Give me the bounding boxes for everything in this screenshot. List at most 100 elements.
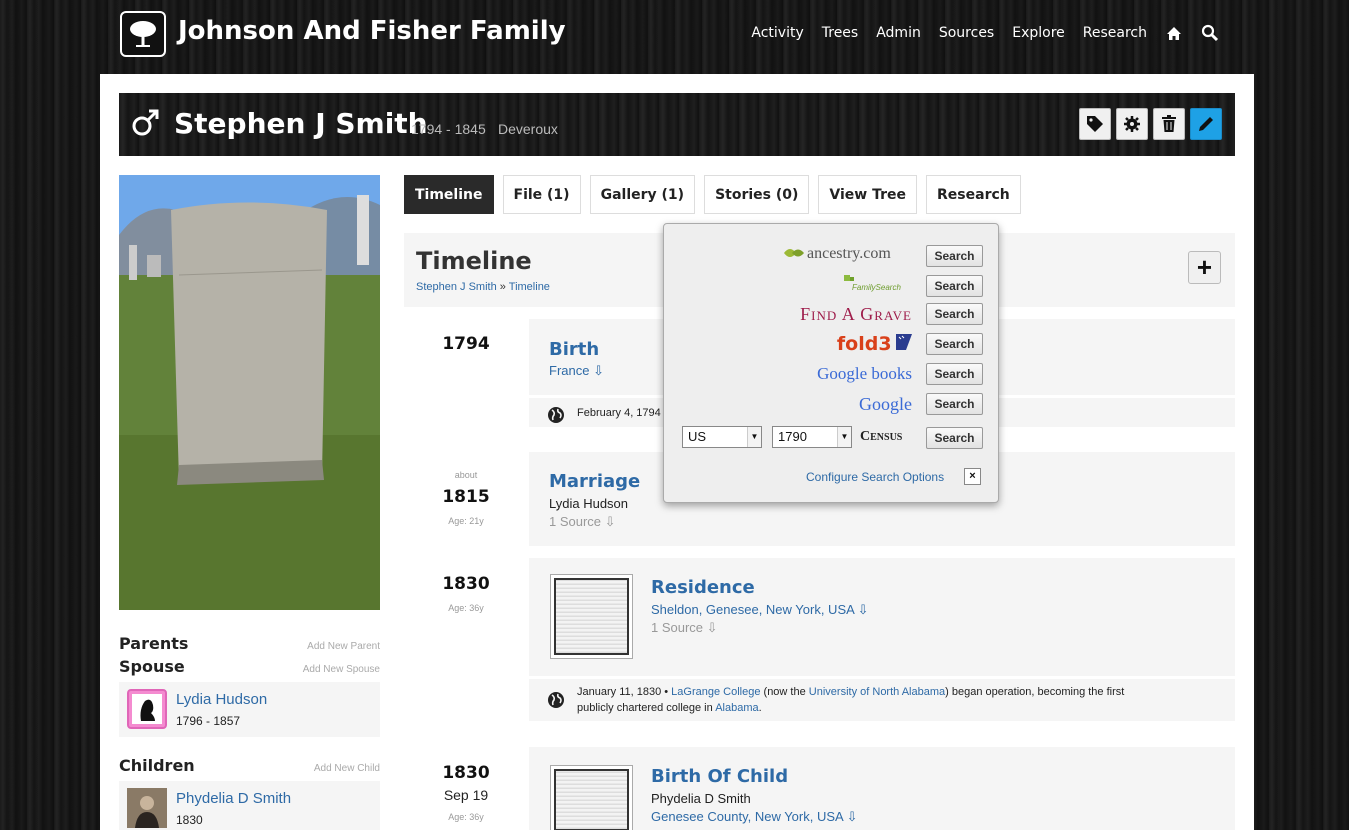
tree-logo-icon[interactable]: [120, 11, 166, 57]
event-person[interactable]: Phydelia D Smith: [651, 791, 751, 806]
top-bar: Johnson And Fisher Family Activity Trees…: [0, 0, 1349, 74]
event-source[interactable]: 1 Source ⇩: [549, 514, 616, 530]
fold3-provider-label: fold3: [836, 333, 892, 355]
event-place[interactable]: Genesee County, New York, USA ⇩: [651, 809, 857, 825]
globe-icon: [547, 691, 565, 714]
main-nav: Activity Trees Admin Sources Explore Res…: [751, 24, 1219, 42]
ancestry-row: ancestry.com Search: [782, 243, 983, 268]
tab-timeline[interactable]: Timeline: [404, 175, 494, 214]
add-event-button[interactable]: +: [1188, 251, 1221, 284]
census-document-thumbnail[interactable]: [550, 765, 633, 830]
ancestry-provider-label: ancestry.com: [807, 245, 891, 262]
search-google-button[interactable]: Search: [926, 393, 983, 415]
historical-link-university[interactable]: University of North Alabama: [809, 686, 945, 698]
historical-date: January 11, 1830 •: [577, 686, 669, 698]
tab-file[interactable]: File (1): [502, 175, 581, 214]
event-date-qualifier: about: [454, 470, 478, 480]
flag-icon: [896, 334, 912, 350]
findagrave-row: Find A Grave Search: [800, 303, 983, 325]
search-findagrave-button[interactable]: Search: [926, 303, 983, 325]
findagrave-logo: Find A Grave: [800, 303, 912, 324]
nav-admin[interactable]: Admin: [876, 25, 921, 41]
spouse-section: Spouse Add New Spouse: [119, 657, 380, 680]
historical-event: January 11, 1830 • LaGrange College (now…: [529, 679, 1235, 721]
historical-link-lagrange[interactable]: LaGrange College: [671, 686, 760, 698]
configure-search-options-link[interactable]: Configure Search Options: [806, 470, 944, 484]
person-photo[interactable]: [119, 175, 380, 610]
home-icon[interactable]: [1165, 24, 1183, 42]
google-row: Google Search: [859, 393, 983, 415]
trash-icon: [1162, 115, 1176, 132]
children-section: Children Add New Child: [119, 756, 380, 779]
nav-sources[interactable]: Sources: [939, 25, 994, 41]
settings-button[interactable]: [1116, 108, 1148, 140]
nav-explore[interactable]: Explore: [1012, 25, 1065, 41]
children-heading: Children: [119, 756, 195, 775]
tag-icon: [1087, 116, 1103, 132]
country-select-value: US: [688, 429, 707, 444]
spouse-name[interactable]: Lydia Hudson: [176, 691, 267, 708]
add-parent-link[interactable]: Add New Parent: [307, 641, 380, 652]
tag-button[interactable]: [1079, 108, 1111, 140]
child-name[interactable]: Phydelia D Smith: [176, 790, 291, 807]
search-icon[interactable]: [1201, 24, 1219, 42]
parents-heading: Parents: [119, 634, 189, 653]
add-child-link[interactable]: Add New Child: [314, 763, 380, 774]
google-books-row: Google books Search: [817, 363, 983, 385]
tab-gallery[interactable]: Gallery (1): [589, 175, 696, 214]
event-year: 1815: [442, 487, 490, 507]
historical-text-part: (now the: [763, 686, 806, 698]
nav-activity[interactable]: Activity: [751, 25, 803, 41]
census-document-thumbnail[interactable]: [550, 574, 633, 659]
gear-icon: [1124, 116, 1140, 132]
spouse-heading: Spouse: [119, 657, 185, 676]
nav-research[interactable]: Research: [1083, 25, 1147, 41]
familysearch-row: FamilySearch Search: [842, 273, 983, 298]
event-place[interactable]: France ⇩: [549, 363, 604, 379]
spouse-card[interactable]: Lydia Hudson 1796 - 1857: [119, 682, 380, 737]
breadcrumb-separator: »: [499, 281, 506, 293]
fold3-row: fold3 Search: [837, 333, 983, 355]
event-date: Sep 19: [443, 787, 489, 803]
event-source[interactable]: 1 Source ⇩: [651, 620, 718, 636]
nav-trees[interactable]: Trees: [822, 25, 858, 41]
breadcrumb-person[interactable]: Stephen J Smith: [416, 281, 497, 293]
country-select[interactable]: US ▼: [682, 426, 762, 448]
person-actions: [1079, 108, 1222, 140]
edit-button[interactable]: [1190, 108, 1222, 140]
event-age: Age: 36y: [448, 603, 484, 613]
event-title[interactable]: Residence: [651, 577, 755, 598]
tab-stories[interactable]: Stories (0): [704, 175, 810, 214]
historical-text: January 11, 1830 • LaGrange College (now…: [577, 684, 1217, 716]
ancestry-logo: ancestry.com: [782, 243, 912, 268]
globe-icon: [547, 406, 565, 429]
search-familysearch-button[interactable]: Search: [926, 274, 983, 297]
census-year-select[interactable]: 1790 ▼: [772, 426, 852, 448]
breadcrumb: Stephen J Smith » Timeline: [416, 281, 550, 293]
search-ancestry-button[interactable]: Search: [926, 244, 983, 267]
event-title[interactable]: Birth: [549, 339, 599, 360]
search-census-button[interactable]: Search: [926, 427, 983, 449]
search-fold3-button[interactable]: Search: [926, 333, 983, 355]
event-title[interactable]: Birth Of Child: [651, 766, 788, 787]
tab-view-tree[interactable]: View Tree: [818, 175, 918, 214]
add-spouse-link[interactable]: Add New Spouse: [303, 664, 380, 675]
research-search-popup: ancestry.com Search FamilySearch Search …: [663, 223, 999, 503]
person-dates: 1794 - 1845: [411, 121, 486, 137]
event-card-birth-of-child: Birth Of Child Phydelia D Smith Genesee …: [529, 747, 1235, 830]
breadcrumb-page[interactable]: Timeline: [509, 281, 550, 293]
male-icon: [131, 107, 161, 142]
census-row: Search: [926, 427, 983, 449]
tab-research[interactable]: Research: [926, 175, 1021, 214]
event-person[interactable]: Lydia Hudson: [549, 496, 628, 511]
familysearch-tree-icon: FamilySearch: [844, 275, 901, 292]
search-google-books-button[interactable]: Search: [926, 363, 983, 385]
historical-link-alabama[interactable]: Alabama: [715, 702, 758, 714]
event-title[interactable]: Marriage: [549, 471, 640, 492]
child-card[interactable]: Phydelia D Smith 1830: [119, 781, 380, 830]
site-title[interactable]: Johnson And Fisher Family: [178, 16, 566, 46]
delete-button[interactable]: [1153, 108, 1185, 140]
close-icon[interactable]: ×: [964, 468, 981, 485]
event-place[interactable]: Sheldon, Genesee, New York, USA ⇩: [651, 602, 869, 618]
fold3-logo: fold3: [837, 333, 912, 355]
